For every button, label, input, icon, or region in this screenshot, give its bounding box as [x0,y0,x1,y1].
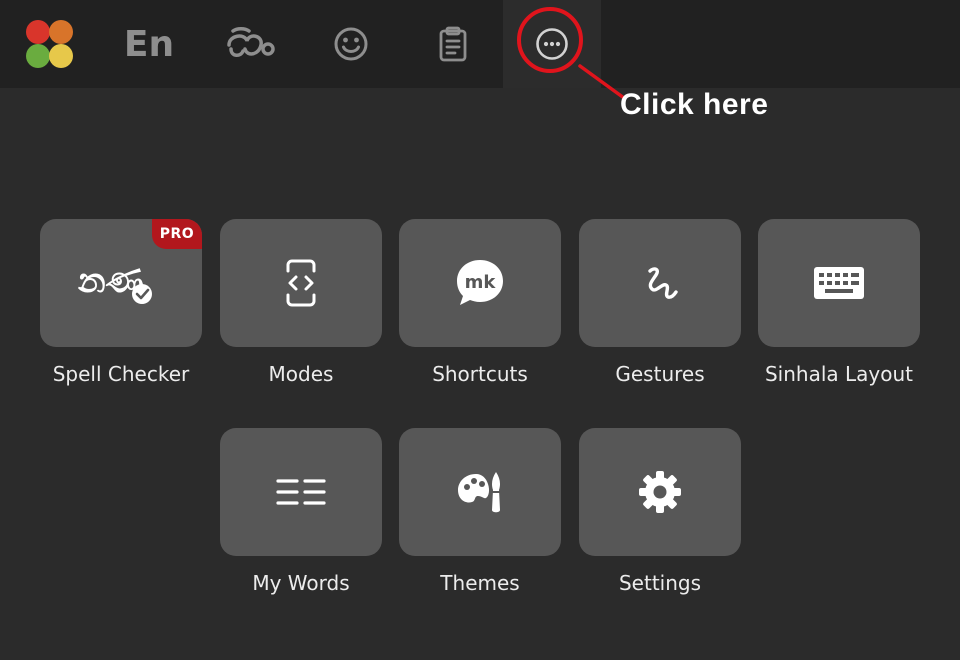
shortcuts-icon: mk [457,260,503,305]
modes-button[interactable] [220,219,382,347]
gestures-label: Gestures [615,362,705,386]
themes-label: Themes [440,571,520,595]
gestures-button[interactable] [579,219,741,347]
pointer-line [578,64,626,100]
spell-checker-button[interactable]: නණ PRO [40,219,202,347]
modes-label: Modes [268,362,334,386]
modes-icon [286,259,316,307]
shortcuts-label: Shortcuts [432,362,528,386]
themes-button[interactable] [399,428,561,556]
shortcuts-icon-text: mk [465,272,497,293]
keyboard-icon [814,267,864,299]
spell-check-icon: නණ [78,261,152,304]
settings-label: Settings [618,571,702,595]
settings-button[interactable] [579,428,741,556]
gesture-icon [648,267,678,299]
click-here-annotation: Click here [620,88,769,121]
list-icon [276,479,326,505]
my-words-button[interactable] [220,428,382,556]
my-words-label: My Words [252,571,350,595]
sinhala-layout-button[interactable] [758,219,920,347]
shortcuts-button[interactable]: mk [399,219,561,347]
palette-icon [458,472,500,513]
pro-badge: PRO [152,219,202,249]
gear-icon [639,471,681,513]
sinhala-layout-label: Sinhala Layout [764,362,914,386]
spell-checker-label: Spell Checker [52,362,190,386]
